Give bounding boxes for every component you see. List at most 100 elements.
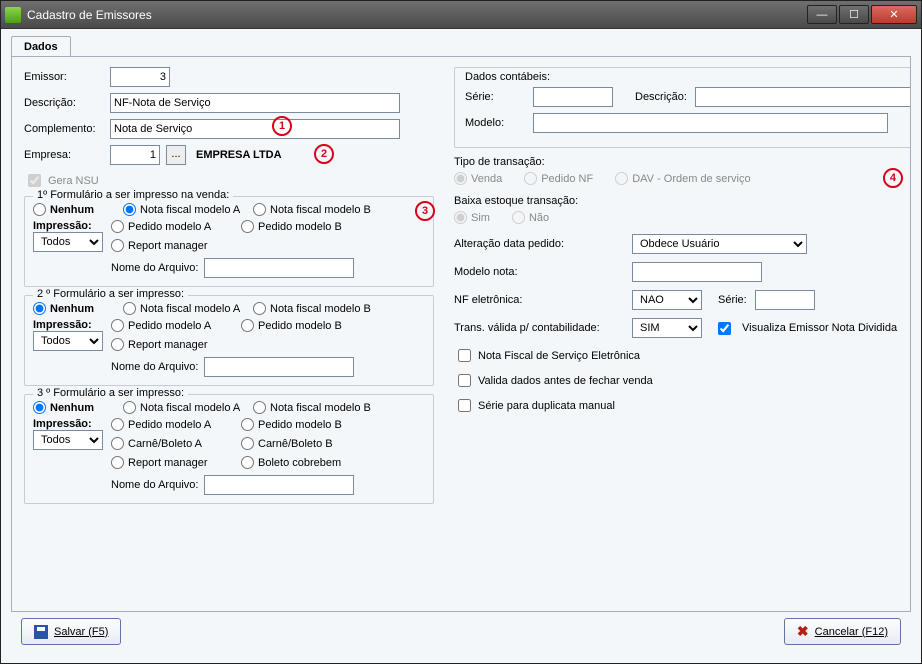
dc-serie-label: Série: [465,91,525,103]
form1-nfa-radio[interactable] [123,203,136,216]
right-column: Dados contábeis: Série: Descrição: Model… [454,67,911,512]
form3-nenhum-radio[interactable] [33,401,46,414]
descricao-input[interactable] [110,93,400,113]
salvar-button[interactable]: Salvar (F5) [21,618,121,645]
complemento-label: Complemento: [24,123,104,135]
tipo-venda-label: Venda [471,173,502,185]
emissor-input[interactable] [110,67,170,87]
alt-data-label: Alteração data pedido: [454,238,624,250]
form1-impressao-label: Impressão: [33,220,103,232]
empresa-nome: EMPRESA LTDA [196,149,282,161]
form2-report-radio[interactable] [111,338,124,351]
form2-impressao-select[interactable]: Todos [33,331,103,351]
form2-nfa-radio[interactable] [123,302,136,315]
content-area: Dados Emissor: Descrição: Complemento: [1,29,921,663]
form1-impressao-select[interactable]: Todos [33,232,103,252]
tipo-venda-radio [454,172,467,185]
trans-contab-select[interactable]: SIM [632,318,702,338]
form1-nfb-radio[interactable] [253,203,266,216]
gera-nsu-label: Gera NSU [48,175,99,187]
annotation-4: 4 [883,168,903,188]
alt-data-select[interactable]: Obdece Usuário [632,234,807,254]
maximize-button[interactable]: ☐ [839,5,869,24]
form3-peda-radio[interactable] [111,418,124,431]
complemento-input[interactable] [110,119,400,139]
form3-nome-label: Nome do Arquivo: [111,479,198,491]
form3-report-radio[interactable] [111,456,124,469]
nfe-label: NF eletrônica: [454,294,624,306]
annotation-3: 3 [415,201,435,221]
titlebar: Cadastro de Emissores — ☐ ✕ [1,1,921,29]
form3-nfb-label: Nota fiscal modelo B [270,402,371,414]
window-frame: Cadastro de Emissores — ☐ ✕ Dados Emisso… [0,0,922,664]
serie-duplicata-checkbox[interactable] [458,399,471,412]
dc-descr-label: Descrição: [635,91,687,103]
form2-title: 2 º Formulário a ser impresso: [33,288,188,300]
form3-carneb-radio[interactable] [241,437,254,450]
form2-pedb-radio[interactable] [241,319,254,332]
nf-servico-checkbox[interactable] [458,349,471,362]
tipo-pedido-radio [524,172,537,185]
tab-dados[interactable]: Dados [11,36,71,57]
form1-peda-radio[interactable] [111,220,124,233]
form1-nome-input[interactable] [204,258,354,278]
form3-carnea-label: Carnê/Boleto A [128,438,202,450]
form2-group: 2 º Formulário a ser impresso: Nenhum No… [24,295,434,386]
form3-impressao-select[interactable]: Todos [33,430,103,450]
form1-group: 1º Formulário a ser impresso na venda: 3… [24,196,434,287]
dc-serie-input[interactable] [533,87,613,107]
minimize-button[interactable]: — [807,5,837,24]
dc-descr-input[interactable] [695,87,911,107]
form1-peda-label: Pedido modelo A [128,221,211,233]
form2-peda-label: Pedido modelo A [128,320,211,332]
nf-servico-label: Nota Fiscal de Serviço Eletrônica [478,350,640,362]
nfe-select[interactable]: NAO [632,290,702,310]
form2-nfb-label: Nota fiscal modelo B [270,303,371,315]
form2-nfb-radio[interactable] [253,302,266,315]
form3-title: 3 º Formulário a ser impresso: [33,387,188,399]
form2-nome-label: Nome do Arquivo: [111,361,198,373]
descricao-label: Descrição: [24,97,104,109]
trans-contab-label: Trans. válida p/ contabilidade: [454,322,624,334]
tipo-pedido-label: Pedido NF [541,173,593,185]
form3-pedb-radio[interactable] [241,418,254,431]
valida-dados-checkbox[interactable] [458,374,471,387]
cancelar-label: Cancelar (F12) [815,626,888,638]
dc-modelo-input[interactable] [533,113,888,133]
form2-nenhum-label: Nenhum [50,303,94,315]
annotation-2: 2 [314,144,334,164]
form2-nfa-label: Nota fiscal modelo A [140,303,240,315]
visualiza-dividida-checkbox[interactable] [718,322,731,335]
form2-nome-input[interactable] [204,357,354,377]
form1-nenhum-radio[interactable] [33,203,46,216]
baixa-nao-label: Não [529,212,549,224]
baixa-title: Baixa estoque transação: [454,195,911,207]
form3-report-label: Report manager [128,457,208,469]
form3-nome-input[interactable] [204,475,354,495]
form3-nfa-radio[interactable] [123,401,136,414]
nfe-serie-input[interactable] [755,290,815,310]
modelo-nota-label: Modelo nota: [454,266,624,278]
empresa-lookup-button[interactable]: ... [166,145,186,165]
form1-report-radio[interactable] [111,239,124,252]
form3-nfb-radio[interactable] [253,401,266,414]
close-button[interactable]: ✕ [871,5,917,24]
salvar-label: Salvar (F5) [54,626,108,638]
empresa-input[interactable] [110,145,160,165]
form1-pedb-label: Pedido modelo B [258,221,342,233]
form3-carnea-radio[interactable] [111,437,124,450]
cancelar-button[interactable]: ✖ Cancelar (F12) [784,618,901,645]
baixa-sim-radio [454,211,467,224]
form2-nenhum-radio[interactable] [33,302,46,315]
form1-title: 1º Formulário a ser impresso na venda: [33,189,233,201]
empresa-label: Empresa: [24,149,104,161]
modelo-nota-input[interactable] [632,262,762,282]
form2-peda-radio[interactable] [111,319,124,332]
form3-impressao-label: Impressão: [33,418,103,430]
form3-boleto-radio[interactable] [241,456,254,469]
form3-peda-label: Pedido modelo A [128,419,211,431]
bottom-bar: Salvar (F5) ✖ Cancelar (F12) [11,612,911,655]
form1-pedb-radio[interactable] [241,220,254,233]
form1-nenhum-label: Nenhum [50,204,94,216]
gera-nsu-checkbox [28,174,41,187]
